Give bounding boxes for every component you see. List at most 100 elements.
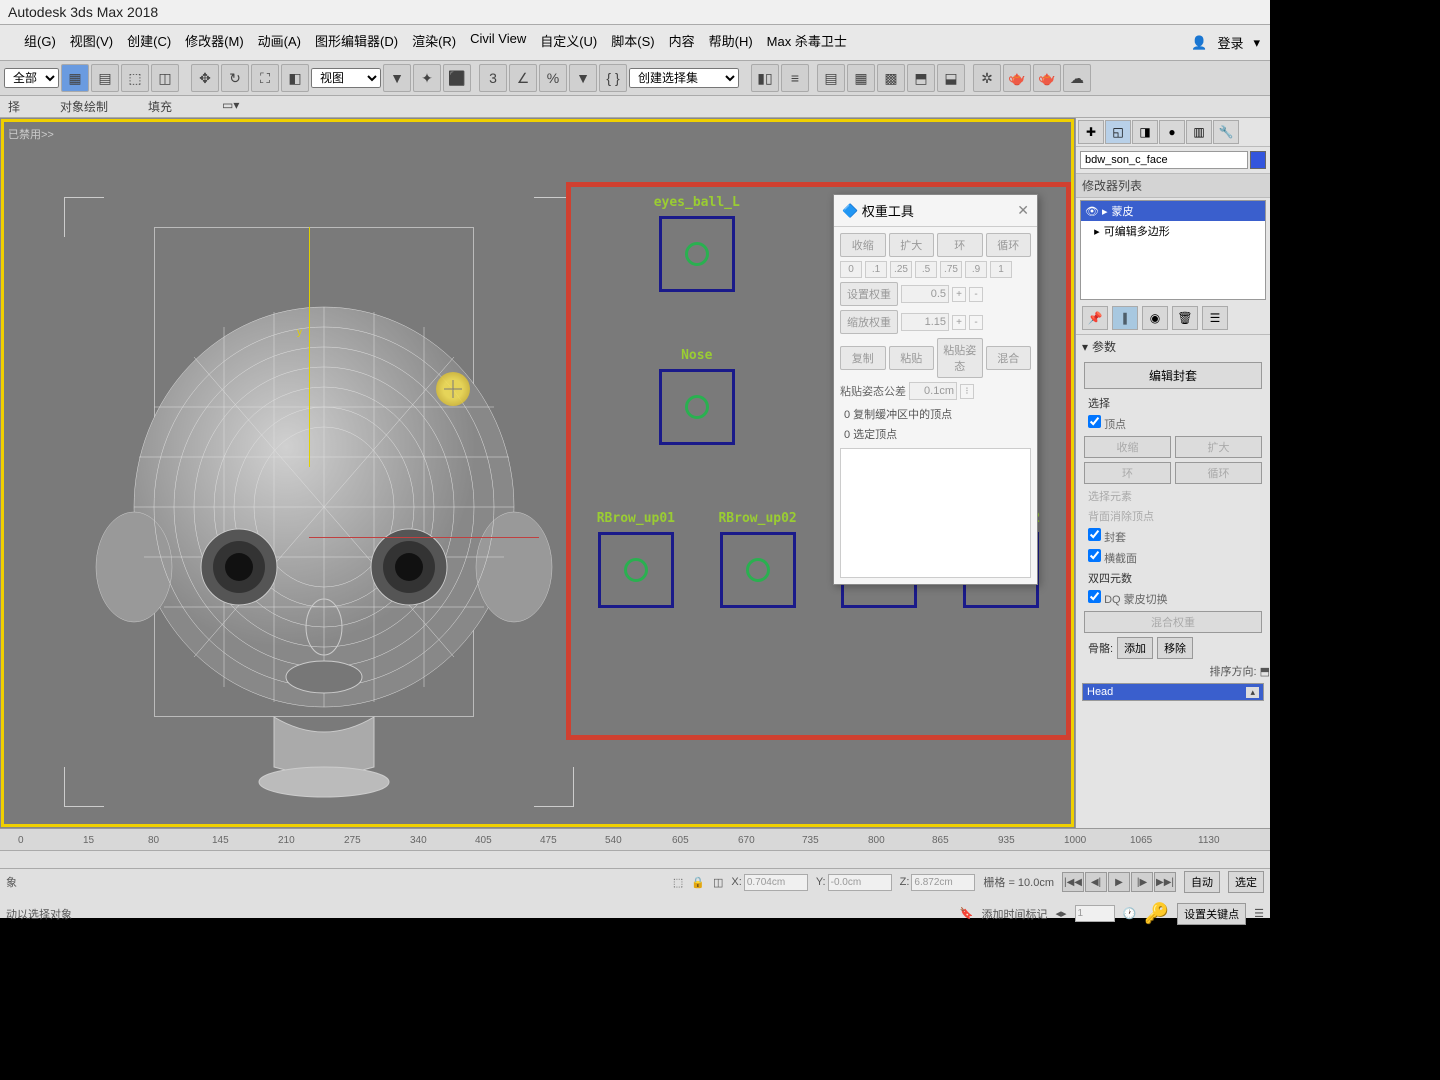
schematic-view-button[interactable]: ⬒ [907, 64, 935, 92]
render-button[interactable]: 🫖 [1033, 64, 1061, 92]
bone-item-head[interactable]: Head▴ [1083, 684, 1263, 700]
menu-rendering[interactable]: 渲染(R) [406, 29, 462, 56]
render-frame-button[interactable]: 🫖 [1003, 64, 1031, 92]
keyboard-shortcut-button[interactable]: ⬛ [443, 64, 471, 92]
edit-named-sel-button[interactable]: { } [599, 64, 627, 92]
wt-scale-weight-button[interactable]: 缩放权重 [840, 310, 898, 334]
params-rollout-title[interactable]: 参数 [1092, 338, 1116, 355]
remove-bone-button[interactable]: 移除 [1157, 637, 1193, 659]
shrink-button[interactable]: 收缩 [1084, 436, 1171, 458]
add-time-tag-label[interactable]: 添加时间标记 [981, 906, 1047, 922]
wt-copy-button[interactable]: 复制 [840, 346, 886, 370]
selected-button[interactable]: 选定 [1228, 871, 1264, 893]
goto-end-button[interactable]: ▶▶| [1154, 872, 1176, 892]
close-icon[interactable]: ✕ [1017, 202, 1029, 219]
use-pivot-center-button[interactable]: ▼ [383, 64, 411, 92]
hierarchy-panel-icon[interactable]: ◨ [1132, 120, 1158, 144]
ribbon-tab-select[interactable]: 择 [8, 98, 20, 115]
menu-customize[interactable]: 自定义(U) [534, 29, 603, 56]
wt-preset-10[interactable]: 1 [990, 261, 1012, 278]
remove-modifier-icon[interactable]: 🗑 [1172, 306, 1198, 330]
wt-vertex-list[interactable] [840, 448, 1031, 578]
play-button[interactable]: ▶ [1108, 872, 1130, 892]
wt-shrink-button[interactable]: 收缩 [840, 233, 886, 257]
align-button[interactable]: ≡ [781, 64, 809, 92]
menu-civil-view[interactable]: Civil View [464, 29, 532, 56]
wt-tolerance-spinner[interactable]: ⁝ [960, 384, 974, 399]
grow-button[interactable]: 扩大 [1175, 436, 1262, 458]
wt-preset-75[interactable]: .75 [940, 261, 962, 278]
weight-tool-titlebar[interactable]: 🔷 权重工具 ✕ [834, 195, 1037, 227]
lock-selection-icon[interactable]: ⬚ [673, 876, 683, 889]
timeline[interactable]: 0158014521027534040547554060567073580086… [0, 828, 1270, 868]
y-coord-input[interactable] [828, 874, 892, 891]
ctrl-eyesball-l[interactable] [659, 216, 735, 292]
ribbon-tab-paint[interactable]: 对象绘制 [60, 98, 108, 115]
wt-paste-button[interactable]: 粘贴 [889, 346, 935, 370]
scale-button[interactable]: ⛶ [251, 64, 279, 92]
snap-toggle-button[interactable]: 3 [479, 64, 507, 92]
x-coord-input[interactable] [744, 874, 808, 891]
wt-scale-weight-input[interactable] [901, 313, 949, 331]
weight-tool-dialog[interactable]: 🔷 权重工具 ✕ 收缩 扩大 环 循环 0 .1 .25 .5 .75 .9 1… [833, 194, 1038, 585]
bone-list[interactable]: Head▴ [1082, 683, 1264, 701]
prev-frame-button[interactable]: ◀| [1085, 872, 1107, 892]
menu-item[interactable] [4, 29, 16, 56]
percent-snap-button[interactable]: % [539, 64, 567, 92]
wt-scale-plus-button[interactable]: + [952, 315, 966, 330]
loop-button[interactable]: 循环 [1175, 462, 1262, 484]
menu-help[interactable]: 帮助(H) [703, 29, 759, 56]
modify-panel-icon[interactable]: ◱ [1105, 120, 1131, 144]
rectangular-selection-button[interactable]: ⬚ [121, 64, 149, 92]
menu-animation[interactable]: 动画(A) [252, 29, 307, 56]
layer-explorer-button[interactable]: ▤ [817, 64, 845, 92]
render-setup-button[interactable]: ✲ [973, 64, 1001, 92]
display-panel-icon[interactable]: ▥ [1186, 120, 1212, 144]
select-by-name-button[interactable]: ▤ [91, 64, 119, 92]
ctrl-rbrow01[interactable] [598, 532, 674, 608]
menu-content[interactable]: 内容 [663, 29, 701, 56]
selection-filter[interactable]: 全部 [4, 68, 59, 88]
placement-button[interactable]: ◧ [281, 64, 309, 92]
manipulate-button[interactable]: ✦ [413, 64, 441, 92]
time-config-icon[interactable]: 🕐 [1123, 907, 1137, 920]
wt-blend-button[interactable]: 混合 [986, 346, 1032, 370]
utilities-panel-icon[interactable]: 🔧 [1213, 120, 1239, 144]
wt-tolerance-input[interactable] [909, 382, 957, 400]
wt-preset-5[interactable]: .5 [915, 261, 937, 278]
current-frame-input[interactable] [1075, 905, 1115, 922]
menu-modifiers[interactable]: 修改器(M) [179, 29, 250, 56]
next-frame-button[interactable]: |▶ [1131, 872, 1153, 892]
object-name-input[interactable] [1080, 151, 1248, 169]
modifier-stack[interactable]: 👁 ▸ 蒙皮 ▸ 可编辑多边形 [1080, 200, 1266, 300]
menu-create[interactable]: 创建(C) [121, 29, 177, 56]
ribbon-dropdown-icon[interactable]: ▭▾ [222, 98, 239, 115]
angle-snap-button[interactable]: ∠ [509, 64, 537, 92]
toggle-ribbon-button[interactable]: ▦ [847, 64, 875, 92]
configure-sets-icon[interactable]: ☰ [1202, 306, 1228, 330]
wt-scale-minus-button[interactable]: - [969, 315, 983, 330]
wt-set-weight-button[interactable]: 设置权重 [840, 282, 898, 306]
cross-sections-checkbox[interactable] [1088, 549, 1101, 562]
z-coord-input[interactable] [911, 874, 975, 891]
move-button[interactable]: ✥ [191, 64, 219, 92]
mirror-button[interactable]: ▮▯ [751, 64, 779, 92]
wt-minus-button[interactable]: - [969, 287, 983, 302]
make-unique-icon[interactable]: ◉ [1142, 306, 1168, 330]
wt-grow-button[interactable]: 扩大 [889, 233, 935, 257]
goto-start-button[interactable]: |◀◀ [1062, 872, 1084, 892]
render-online-button[interactable]: ☁ [1063, 64, 1091, 92]
rotate-button[interactable]: ↻ [221, 64, 249, 92]
curve-editor-button[interactable]: ▩ [877, 64, 905, 92]
modifier-skin[interactable]: 👁 ▸ 蒙皮 [1081, 201, 1265, 221]
login-button[interactable]: 👤 登录 ▾ [1185, 29, 1266, 56]
key-filters-button[interactable]: ☰ [1254, 907, 1264, 920]
wt-preset-1[interactable]: .1 [865, 261, 887, 278]
wt-ring-button[interactable]: 环 [937, 233, 983, 257]
time-tag-icon[interactable]: 🔖 [960, 907, 974, 920]
wt-set-weight-input[interactable] [901, 285, 949, 303]
set-key-button[interactable]: 设置关键点 [1177, 903, 1246, 925]
menu-scripting[interactable]: 脚本(S) [605, 29, 660, 56]
modifier-list-label[interactable]: 修改器列表 [1076, 173, 1270, 198]
wt-preset-0[interactable]: 0 [840, 261, 862, 278]
